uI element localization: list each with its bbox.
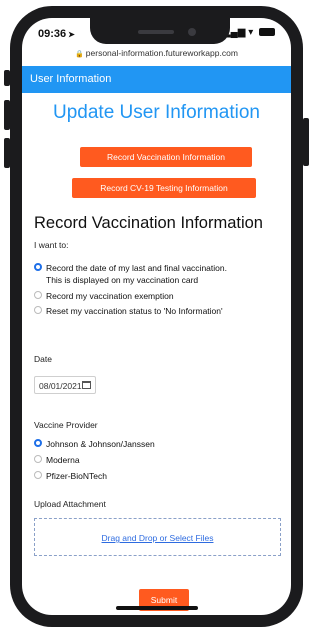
- radio-label: Reset my vaccination status to 'No Infor…: [46, 306, 223, 316]
- mute-switch: [4, 70, 10, 86]
- app-bar: User Information: [22, 66, 291, 93]
- url-text: personal-information.futureworkapp.com: [85, 48, 238, 58]
- date-input[interactable]: 08/01/2021: [34, 376, 96, 394]
- status-icons: ▂▄▆ ▾: [223, 27, 275, 38]
- front-camera: [188, 28, 196, 36]
- upload-link[interactable]: Drag and Drop or Select Files: [102, 533, 214, 543]
- phone-notch: [90, 18, 230, 44]
- volume-down-button: [4, 138, 10, 168]
- wifi-icon: ▾: [248, 27, 254, 38]
- record-vaccination-button[interactable]: Record Vaccination Information: [80, 147, 252, 167]
- speaker-grille: [138, 30, 174, 34]
- radio-label: Johnson & Johnson/Janssen: [46, 439, 155, 449]
- date-label: Date: [34, 354, 52, 364]
- radio-label: Record my vaccination exemption: [46, 291, 174, 301]
- page-title: Update User Information: [53, 102, 260, 123]
- battery-icon: [259, 28, 275, 37]
- location-arrow-icon: ➤: [68, 30, 75, 39]
- radio-unselected[interactable]: [34, 291, 42, 299]
- radio-unselected[interactable]: [34, 471, 42, 479]
- record-testing-button[interactable]: Record CV-19 Testing Information: [72, 178, 256, 198]
- radio-selected[interactable]: [34, 263, 42, 271]
- status-time: 09:36: [38, 28, 67, 40]
- provider-label: Vaccine Provider: [34, 420, 98, 430]
- radio-unselected[interactable]: [34, 306, 42, 314]
- lock-icon: 🔒: [75, 51, 84, 58]
- radio-label: Moderna: [46, 455, 80, 465]
- home-indicator[interactable]: [116, 606, 198, 610]
- phone-screen: 09:36 ➤ ▂▄▆ ▾ 🔒 personal-information.futur…: [22, 18, 291, 615]
- intent-label: I want to:: [34, 240, 69, 250]
- date-value: 08/01/2021: [39, 381, 82, 391]
- volume-up-button: [4, 100, 10, 130]
- radio-sublabel: This is displayed on my vaccination card: [46, 275, 199, 285]
- radio-selected[interactable]: [34, 439, 42, 447]
- app-bar-title: User Information: [30, 73, 112, 85]
- section-title: Record Vaccination Information: [34, 214, 263, 232]
- radio-label: Pfizer-BioNTech: [46, 471, 107, 481]
- upload-dropzone[interactable]: Drag and Drop or Select Files: [34, 518, 281, 556]
- calendar-icon[interactable]: [82, 381, 91, 389]
- power-button: [303, 118, 309, 166]
- radio-unselected[interactable]: [34, 455, 42, 463]
- radio-label: Record the date of my last and final vac…: [46, 263, 227, 273]
- upload-label: Upload Attachment: [34, 499, 106, 509]
- url-bar[interactable]: 🔒 personal-information.futureworkapp.com: [22, 48, 291, 64]
